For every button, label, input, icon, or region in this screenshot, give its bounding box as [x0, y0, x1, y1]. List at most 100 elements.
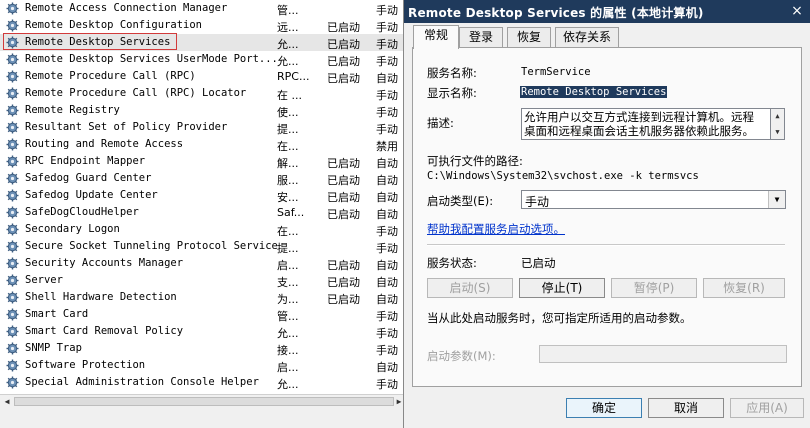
service-startup-type: 手动: [376, 378, 398, 391]
service-status-value: 已启动: [521, 256, 556, 270]
properties-dialog: Remote Desktop Services 的属性 (本地计算机) × 常规…: [403, 0, 810, 428]
services-list[interactable]: Remote Access Connection Manager 管... 手动 Re…: [0, 0, 405, 393]
dialog-titlebar[interactable]: Remote Desktop Services 的属性 (本地计算机) ×: [404, 0, 810, 23]
service-row[interactable]: Remote Procedure Call (RPC) RPC... 已启动 自动: [0, 68, 405, 85]
service-row[interactable]: Resultant Set of Policy Provider 提... 手动: [0, 119, 405, 136]
service-startup-type: 自动: [376, 157, 398, 170]
service-description: 接...: [277, 344, 299, 357]
service-row[interactable]: Safedog Update Center 安... 已启动 自动: [0, 187, 405, 204]
gear-icon: [6, 206, 19, 219]
service-name: Remote Desktop Configuration: [25, 19, 203, 31]
service-description: 安...: [277, 191, 299, 204]
service-startup-type: 手动: [376, 123, 398, 136]
service-row[interactable]: Remote Access Connection Manager 管... 手动: [0, 0, 405, 17]
service-description: 使...: [277, 106, 299, 119]
service-startup-type: 自动: [376, 208, 398, 221]
service-row[interactable]: Routing and Remote Access 在... 禁用: [0, 136, 405, 153]
gear-icon: [6, 376, 19, 389]
apply-button[interactable]: 应用(A): [730, 398, 804, 418]
service-name: SafeDogCloudHelper: [25, 206, 139, 218]
service-startup-type: 自动: [376, 259, 398, 272]
startup-type-select[interactable]: 手动 ▼: [521, 190, 786, 209]
help-link[interactable]: 帮助我配置服务启动选项。: [427, 221, 565, 237]
start-params-input[interactable]: [539, 345, 787, 363]
selection-highlight-box: [3, 33, 177, 50]
gear-icon: [6, 70, 19, 83]
service-row[interactable]: SafeDogCloudHelper Saf... 已启动 自动: [0, 204, 405, 221]
service-description: 服...: [277, 174, 299, 187]
service-description: 管...: [277, 310, 299, 323]
service-row[interactable]: Secondary Logon 在... 手动: [0, 221, 405, 238]
service-row[interactable]: RPC Endpoint Mapper 解... 已启动 自动: [0, 153, 405, 170]
service-row[interactable]: Server 支... 已启动 自动: [0, 272, 405, 289]
service-row[interactable]: Secure Socket Tunneling Protocol Service…: [0, 238, 405, 255]
tab-recovery[interactable]: 恢复: [507, 27, 551, 47]
service-row[interactable]: Software Protection 启... 自动: [0, 357, 405, 374]
tab-dependencies[interactable]: 依存关系: [555, 27, 619, 47]
service-name: Remote Registry: [25, 104, 120, 116]
service-startup-type: 手动: [376, 242, 398, 255]
service-name: Secure Socket Tunneling Protocol Service: [25, 240, 278, 252]
gear-icon: [6, 240, 19, 253]
startup-type-value: 手动: [525, 195, 550, 209]
chevron-down-icon[interactable]: ▼: [768, 191, 785, 208]
gear-icon: [6, 172, 19, 185]
close-icon[interactable]: ×: [789, 3, 805, 19]
service-startup-type: 手动: [376, 344, 398, 357]
gear-icon: [6, 274, 19, 287]
service-row[interactable]: Smart Card 管... 手动: [0, 306, 405, 323]
scroll-up-icon[interactable]: ▲: [771, 109, 784, 123]
service-row[interactable]: Shell Hardware Detection 为... 已启动 自动: [0, 289, 405, 306]
service-row[interactable]: Remote Desktop Configuration 远... 已启动 手动: [0, 17, 405, 34]
tab-general[interactable]: 常规: [413, 25, 459, 49]
service-startup-type: 手动: [376, 38, 398, 51]
scroll-left-icon[interactable]: ◀: [1, 396, 13, 408]
service-status: 已启动: [327, 174, 360, 187]
service-startup-type: 禁用: [376, 140, 398, 153]
service-name-label: 服务名称:: [427, 66, 477, 80]
scroll-down-icon[interactable]: ▼: [771, 125, 784, 139]
scrollbar-thumb[interactable]: [14, 397, 394, 406]
horizontal-scrollbar[interactable]: ◀ ▶: [0, 394, 405, 409]
service-description: 启...: [277, 361, 299, 374]
stop-button[interactable]: 停止(T): [519, 278, 605, 298]
service-name: RPC Endpoint Mapper: [25, 155, 146, 167]
gear-icon: [6, 121, 19, 134]
description-scrollbar[interactable]: ▲ ▼: [771, 108, 785, 140]
service-row[interactable]: Remote Registry 使... 手动: [0, 102, 405, 119]
service-row[interactable]: SNMP Trap 接... 手动: [0, 340, 405, 357]
service-name: Resultant Set of Policy Provider: [25, 121, 228, 133]
service-row[interactable]: Special Administration Console Helper 允..…: [0, 374, 405, 391]
pause-button[interactable]: 暂停(P): [611, 278, 697, 298]
service-description: Saf...: [277, 206, 305, 219]
service-startup-type: 手动: [376, 225, 398, 238]
gear-icon: [6, 257, 19, 270]
service-name-value: TermService: [521, 66, 591, 78]
start-button[interactable]: 启动(S): [427, 278, 513, 298]
description-textbox[interactable]: 允许用户以交互方式连接到远程计算机。远程桌面和远程桌面会话主机服务器依赖此服务。: [521, 108, 771, 140]
cancel-button[interactable]: 取消: [648, 398, 724, 418]
service-description: 解...: [277, 157, 299, 170]
service-row[interactable]: Safedog Guard Center 服... 已启动 自动: [0, 170, 405, 187]
start-params-hint: 当从此处启动服务时，您可指定所适用的启动参数。: [427, 311, 692, 325]
display-name-field[interactable]: Remote Desktop Services: [520, 86, 668, 98]
service-name: Routing and Remote Access: [25, 138, 184, 150]
service-name: Special Administration Console Helper: [25, 376, 259, 388]
service-startup-type: 自动: [376, 361, 398, 374]
service-row[interactable]: Security Accounts Manager 启... 已启动 自动: [0, 255, 405, 272]
service-description: 管...: [277, 4, 299, 17]
service-row[interactable]: Remote Desktop Services UserMode Port...…: [0, 51, 405, 68]
ok-button[interactable]: 确定: [566, 398, 642, 418]
tab-logon[interactable]: 登录: [459, 27, 503, 47]
service-name: SNMP Trap: [25, 342, 82, 354]
service-row[interactable]: Remote Procedure Call (RPC) Locator 在 ...…: [0, 85, 405, 102]
resume-button[interactable]: 恢复(R): [703, 278, 785, 298]
service-startup-type: 自动: [376, 191, 398, 204]
gear-icon: [6, 308, 19, 321]
service-name: Security Accounts Manager: [25, 257, 184, 269]
service-description: 在 ...: [277, 89, 302, 102]
service-status: 已启动: [327, 157, 360, 170]
gear-icon: [6, 342, 19, 355]
service-startup-type: 手动: [376, 55, 398, 68]
service-row[interactable]: Smart Card Removal Policy 允... 手动: [0, 323, 405, 340]
